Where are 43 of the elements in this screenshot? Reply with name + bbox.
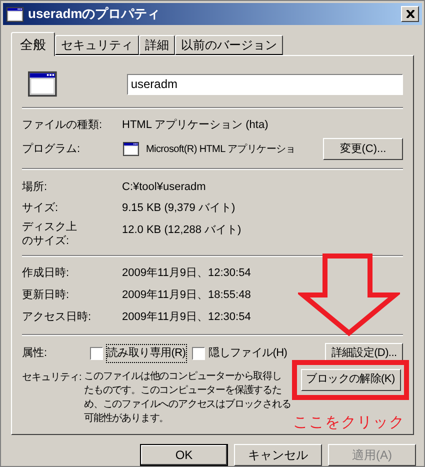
field-label: 場所: — [22, 180, 48, 195]
security-text: 可能性があります。 — [84, 412, 169, 426]
field-value: HTML アプリケーション (hta) — [122, 118, 268, 134]
field-label: 更新日時: — [22, 288, 70, 303]
field-label: アクセス日時: — [22, 310, 92, 325]
field-value: Microsoft(R) HTML アプリケーショ — [146, 142, 296, 157]
field-label: ファイルの種類: — [22, 118, 104, 134]
field-label: 作成日時: — [22, 266, 70, 282]
file-icon — [28, 70, 57, 98]
field-label: セキュリティ: — [22, 370, 82, 385]
dialog-button[interactable]: OK — [140, 444, 228, 466]
security-text: このファイルは他のコンピューターから取得し — [84, 370, 282, 384]
name-field[interactable]: useradm — [126, 74, 403, 95]
annotation-caption: ここをクリック — [293, 412, 405, 433]
tab[interactable]: セキュリティ — [55, 35, 139, 55]
checkbox[interactable] — [192, 347, 205, 360]
field-value: 2009年11月9日、18:55:48 — [122, 288, 251, 303]
field-label: 属性: — [22, 346, 48, 362]
field-value: 2009年11月9日、12:30:54 — [122, 310, 251, 325]
field-value: C:¥tool¥useradm — [122, 180, 206, 195]
field-value: 2009年11月9日、12:30:54 — [122, 266, 251, 282]
close-button[interactable] — [401, 6, 419, 22]
window-title: useradmのプロパティ — [28, 5, 162, 24]
tab[interactable]: 詳細 — [139, 35, 175, 55]
checkbox-label[interactable]: 隠しファイル(H) — [208, 345, 288, 362]
field-label: のサイズ: — [22, 234, 70, 248]
security-text: め、このファイルへのアクセスはブロックされる — [84, 398, 291, 412]
dialog-button[interactable]: キャンセル — [234, 444, 322, 466]
tab[interactable]: 以前のバージョン — [175, 35, 283, 55]
security-text: たものです。このコンピューターを保護するた — [84, 384, 282, 398]
unblock-button[interactable]: ブロックの解除(K) — [300, 368, 400, 391]
window-icon — [6, 6, 24, 22]
change-button[interactable]: 変更(C)... — [323, 138, 403, 160]
field-value: 12.0 KB (12,288 バイト) — [122, 222, 242, 238]
tab[interactable]: 全般 — [11, 32, 55, 56]
field-label: ディスク上 — [22, 220, 77, 234]
field-label: サイズ: — [22, 201, 60, 216]
field-label: プログラム: — [22, 142, 82, 157]
checkbox-label[interactable]: 読み取り専用(R) — [107, 345, 186, 362]
program-icon — [122, 142, 140, 156]
close-icon — [406, 10, 414, 18]
field-value: 9.15 KB (9,379 バイト) — [122, 201, 236, 216]
checkbox[interactable] — [90, 347, 103, 360]
